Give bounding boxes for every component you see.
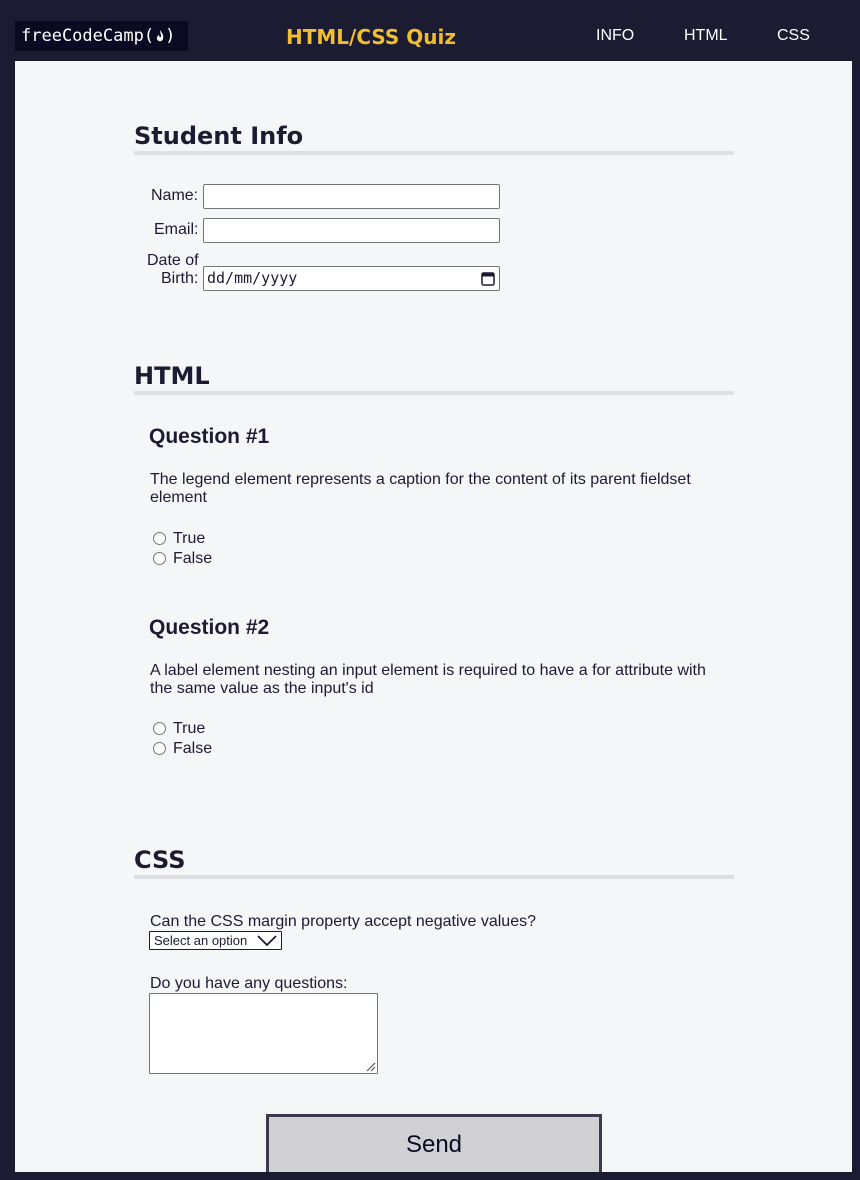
question-1-true-radio[interactable] [153,532,166,545]
margin-answer-select[interactable]: Select an option [149,931,282,950]
question-1-true-label[interactable]: True [173,530,205,548]
question-2-true-radio[interactable] [153,722,166,735]
freecodecamp-logo[interactable]: freeCodeCamp() [15,21,188,51]
dob-placeholder: dd/mm/yyyy [207,269,298,287]
logo-text: freeCodeCamp( [21,26,155,46]
email-label: Email: [154,221,199,238]
flame-icon [156,30,164,42]
question-2-text: A label element nesting an input element… [150,662,706,697]
question-1-title: Question #1 [149,425,270,448]
name-input[interactable] [203,184,500,209]
question-2-true-label[interactable]: True [173,720,205,738]
nav-link-info[interactable]: INFO [596,26,634,46]
dob-label-line1: Date of [147,252,199,269]
question-1-false-label[interactable]: False [173,550,212,568]
logo-text-close: ) [165,26,176,46]
send-button[interactable]: Send [266,1114,602,1172]
select-value: Select an option [154,933,248,948]
question-2-false-radio[interactable] [153,742,166,755]
questions-textarea[interactable] [149,993,378,1074]
section-heading-student-info: Student Info [134,121,734,155]
margin-question-text: Can the CSS margin property accept negat… [150,913,536,930]
name-label: Name: [151,187,199,204]
section-heading-html: HTML [134,361,734,395]
question-1-text: The legend element represents a caption … [150,471,691,506]
dob-input[interactable]: dd/mm/yyyy [203,266,500,291]
resize-grip-icon[interactable] [364,1060,376,1072]
main-content: Student Info Name: Email: Date of Birth:… [15,61,852,1172]
question-2-false-label[interactable]: False [173,740,212,758]
questions-label: Do you have any questions: [150,975,348,992]
question-2-title: Question #2 [149,616,270,639]
calendar-icon[interactable] [481,271,495,286]
dob-label-line2: Birth: [161,270,199,287]
section-heading-css: CSS [134,845,734,879]
chevron-down-icon [257,935,277,946]
question-1-false-radio[interactable] [153,552,166,565]
page-title: HTML/CSS Quiz [286,25,456,49]
nav-link-css[interactable]: CSS [777,26,810,46]
nav-link-html[interactable]: HTML [684,26,728,46]
top-navbar: freeCodeCamp() HTML/CSS Quiz INFO HTML C… [0,0,860,61]
email-input[interactable] [203,218,500,243]
